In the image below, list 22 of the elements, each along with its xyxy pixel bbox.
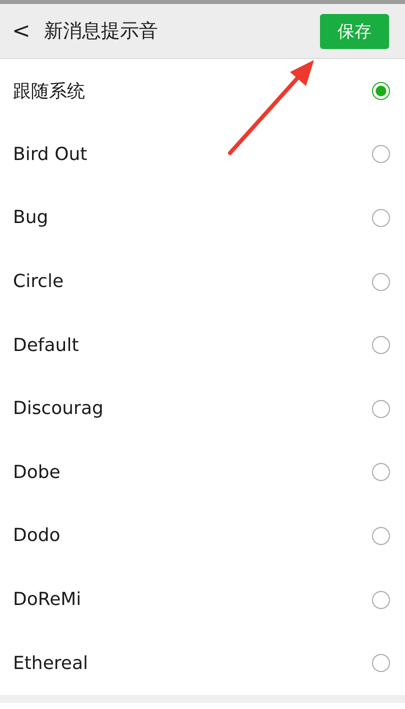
radio-button[interactable]	[372, 654, 390, 672]
page-title: 新消息提示音	[44, 19, 159, 44]
sound-name: Bug	[13, 207, 50, 228]
radio-button[interactable]	[372, 336, 390, 354]
radio-button[interactable]	[372, 145, 390, 164]
sound-name: Default	[13, 334, 80, 356]
sound-name: Ethereal	[13, 652, 90, 674]
sound-name: Bird Out	[13, 144, 88, 165]
radio-button[interactable]	[372, 526, 390, 545]
radio-button[interactable]	[372, 400, 390, 418]
radio-button[interactable]	[372, 208, 390, 227]
radio-button[interactable]	[372, 272, 390, 291]
back-button[interactable]: <	[12, 18, 40, 44]
sound-name: Circle	[13, 271, 65, 292]
sound-name: Dobe	[13, 462, 62, 483]
sound-name: DoReMi	[13, 589, 82, 610]
sound-name: 跟随系统	[13, 80, 86, 103]
sound-name: Discourag	[13, 398, 104, 420]
sound-name: Dodo	[13, 525, 62, 546]
radio-button[interactable]	[372, 463, 390, 482]
radio-button[interactable]	[372, 590, 390, 609]
radio-button[interactable]	[372, 82, 390, 100]
